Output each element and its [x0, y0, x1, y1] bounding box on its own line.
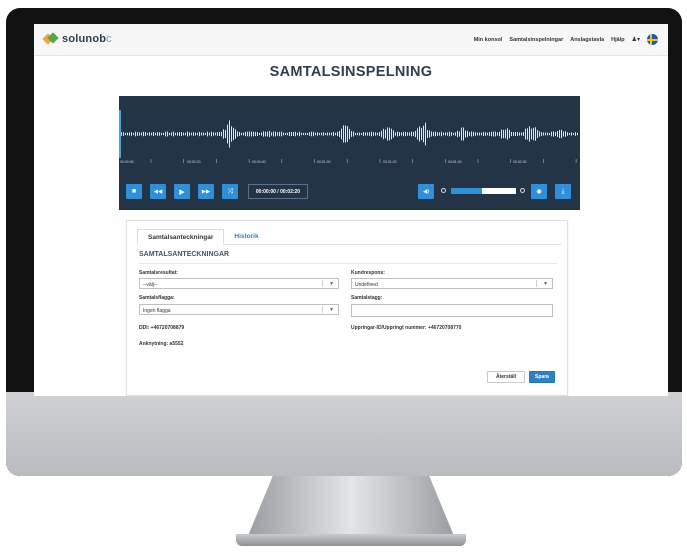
chevron-down-icon: ▼	[329, 307, 334, 313]
tick-label: 00:01:00	[317, 160, 331, 164]
samtalsflagga-label: Samtalsflagga:	[139, 295, 175, 301]
zoom-slider-fill	[451, 188, 482, 194]
tick-label: 00:01:20	[383, 160, 397, 164]
samtalsresultat-label: Samtalsresultat:	[139, 270, 178, 276]
rewind-button[interactable]: ◀◀	[150, 184, 166, 199]
tick-label: 00:00:40	[252, 160, 266, 164]
forward-icon: ▶▶	[201, 188, 211, 195]
kundrespons-value: Undefined	[355, 282, 378, 288]
screen: solunobc Min konsol Samtalsinspelningar …	[34, 24, 668, 396]
waveform-bars	[121, 120, 578, 148]
kundrespons-select[interactable]: Undefined ▼	[351, 278, 553, 289]
nav-min-konsol[interactable]: Min konsol	[474, 37, 503, 43]
section-divider	[139, 263, 557, 264]
stop-icon: ■	[131, 188, 137, 195]
shuffle-icon: ⤨	[227, 187, 233, 195]
caller-id-text: Uppringar-ID/Uppringt nummer: +467207087…	[351, 325, 462, 331]
ddi-text: DDI: +46720708879	[139, 325, 185, 331]
select-divider	[536, 280, 537, 287]
logo-mark-icon	[42, 32, 59, 45]
main-nav: Min konsol Samtalsinspelningar Anslagsta…	[474, 34, 658, 45]
section-title: SAMTALSANTECKNINGAR	[139, 251, 230, 258]
tick-label: 00:01:40	[448, 160, 462, 164]
page-title: SAMTALSINSPELNING	[269, 64, 433, 80]
tab-historik[interactable]: Historik	[224, 229, 268, 245]
kundrespons-label: Kundrespons:	[351, 270, 385, 276]
monitor-stand	[248, 476, 454, 536]
chevron-down-icon: ▼	[543, 281, 548, 287]
rewind-icon: ◀◀	[153, 188, 163, 195]
samtalsflagga-value: Ingen flagga	[143, 308, 171, 314]
tick-label: 00:00:20	[187, 160, 201, 164]
tick-label: 00:02:00	[513, 160, 527, 164]
user-icon[interactable]: ♟▾	[632, 36, 640, 43]
shuffle-button[interactable]: ⤨	[222, 184, 238, 199]
samtalsresultat-select[interactable]: --välj-- ▼	[139, 278, 339, 289]
download-icon: ⤓	[561, 187, 565, 195]
samtalstagg-label: Samtalstagg:	[351, 295, 383, 301]
zoom-out-icon[interactable]	[441, 188, 446, 193]
extension-text: Anknytning: a5552	[139, 341, 184, 347]
logo-text: solunobc	[62, 33, 112, 45]
monitor-chin	[6, 392, 682, 476]
time-display: 00:00:00 / 00:02:20	[248, 184, 308, 199]
settings-button[interactable]: ✹	[531, 184, 547, 199]
select-divider	[322, 306, 323, 313]
forward-button[interactable]: ▶▶	[198, 184, 214, 199]
play-button[interactable]: ▶	[174, 184, 190, 199]
chevron-down-icon: ▼	[329, 281, 334, 287]
volume-icon: ◀)	[422, 188, 430, 195]
zoom-in-icon[interactable]	[520, 188, 525, 193]
audio-player: 00:00:00 00:00:20 00:00:40 00:01:00 00:0…	[119, 96, 580, 210]
timeline: 00:00:00 00:00:20 00:00:40 00:01:00 00:0…	[119, 158, 580, 170]
nav-samtalsinspelningar[interactable]: Samtalsinspelningar	[509, 37, 563, 43]
monitor-stand-base	[236, 534, 466, 546]
swedish-flag-icon[interactable]	[647, 34, 658, 45]
gear-icon: ✹	[536, 188, 542, 196]
reset-button[interactable]: Återställ	[487, 371, 525, 383]
samtalsflagga-select[interactable]: Ingen flagga ▼	[139, 304, 339, 315]
select-divider	[322, 280, 323, 287]
play-icon: ▶	[179, 188, 185, 196]
nav-anslagstavla[interactable]: Anslagstavla	[570, 37, 604, 43]
download-button[interactable]: ⤓	[555, 184, 571, 199]
zoom-slider[interactable]	[451, 188, 516, 194]
nav-hjalp[interactable]: Hjälp	[611, 37, 624, 43]
top-bar: solunobc Min konsol Samtalsinspelningar …	[34, 24, 668, 56]
tab-samtalsanteckningar[interactable]: Samtalsanteckningar	[137, 229, 225, 245]
save-button[interactable]: Spara	[529, 371, 555, 383]
samtalsresultat-value: --välj--	[143, 282, 158, 288]
player-controls: ■ ◀◀ ▶ ▶▶ ⤨ 00:00:00 / 00:02:20 ◀) ✹ ⤓	[119, 180, 580, 202]
notes-card: Samtalsanteckningar Historik SAMTALSANTE…	[126, 220, 568, 396]
playhead[interactable]	[119, 110, 121, 158]
volume-button[interactable]: ◀)	[418, 184, 434, 199]
tab-bar: Samtalsanteckningar Historik	[137, 229, 561, 245]
tick-label: 00:00:00	[120, 160, 134, 164]
samtalstagg-input[interactable]	[351, 304, 553, 317]
logo[interactable]: solunobc	[42, 32, 112, 45]
stop-button[interactable]: ■	[126, 184, 142, 199]
